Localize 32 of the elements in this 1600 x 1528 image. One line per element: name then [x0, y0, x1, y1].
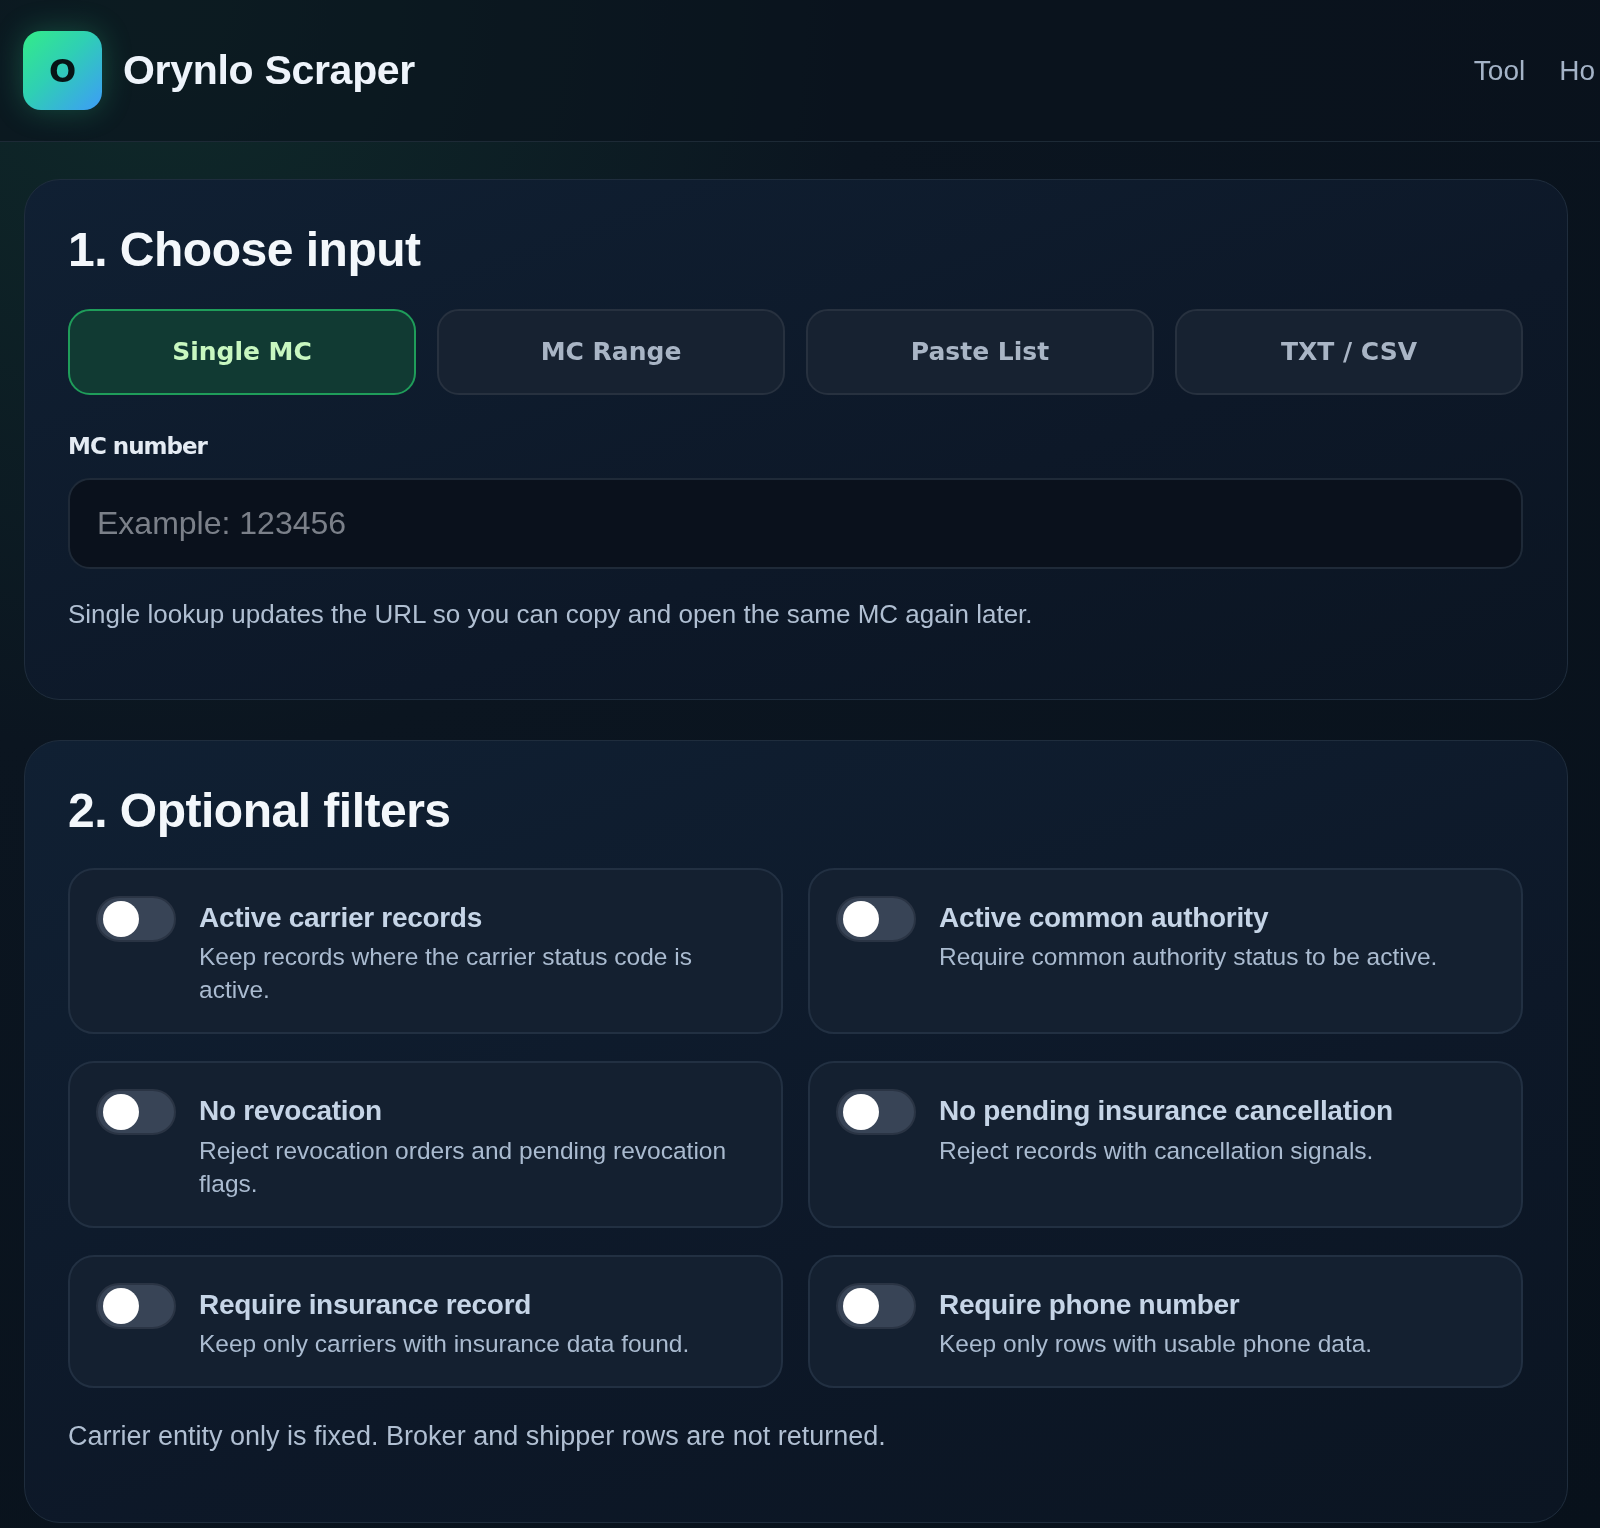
- filter-description: Reject revocation orders and pending revocation flags.: [199, 1135, 728, 1199]
- filter-description: Keep only carriers with insurance data found.: [199, 1329, 691, 1360]
- filter-description: Reject records with cancellation signals.: [939, 1135, 1375, 1166]
- filter-title: Require phone number: [939, 1287, 1241, 1322]
- input-mode-tab[interactable]: Single MC: [68, 308, 416, 395]
- toggle-switch[interactable]: [96, 1282, 176, 1329]
- section-heading: 1. Choose input: [68, 224, 422, 277]
- note-text: Carrier entity only is fixed. Broker and shipper rows are not returned.: [68, 1420, 887, 1454]
- nav-link[interactable]: Tool: [1473, 49, 1526, 92]
- filter-title: Active common authority: [939, 900, 1270, 935]
- toggle-switch[interactable]: [96, 1089, 176, 1136]
- toggle-switch[interactable]: [836, 895, 916, 942]
- filter-description: Keep only rows with usable phone data.: [939, 1329, 1374, 1360]
- section-heading: 2. Optional filters: [68, 784, 452, 838]
- logo-icon: O: [23, 31, 102, 110]
- filter-title: No pending insurance cancellation: [939, 1094, 1394, 1128]
- toggle-switch[interactable]: [96, 895, 176, 942]
- filter-description: Require common authority status to be active.: [939, 942, 1439, 973]
- mc-number-input[interactable]: Example: 123456: [68, 478, 1523, 570]
- filter-title: Active carrier records: [199, 900, 483, 935]
- input-mode-tab[interactable]: Paste List: [806, 308, 1154, 395]
- nav-link[interactable]: Ho: [1559, 49, 1595, 92]
- toggle-switch[interactable]: [836, 1089, 916, 1136]
- input-mode-tab[interactable]: TXT / CSV: [1175, 308, 1523, 395]
- input-mode-tab[interactable]: MC Range: [437, 308, 785, 395]
- brand-title: Orynlo Scraper: [123, 45, 416, 95]
- field-label: MC number: [68, 432, 209, 461]
- filter-description: Keep records where the carrier status code is active.: [199, 942, 693, 1006]
- filter-title: Require insurance record: [199, 1287, 533, 1322]
- toggle-switch[interactable]: [836, 1282, 916, 1329]
- help-text: Single lookup updates the URL so you can copy and open the same MC again later.: [68, 598, 1034, 632]
- filter-title: No revocation: [199, 1094, 383, 1128]
